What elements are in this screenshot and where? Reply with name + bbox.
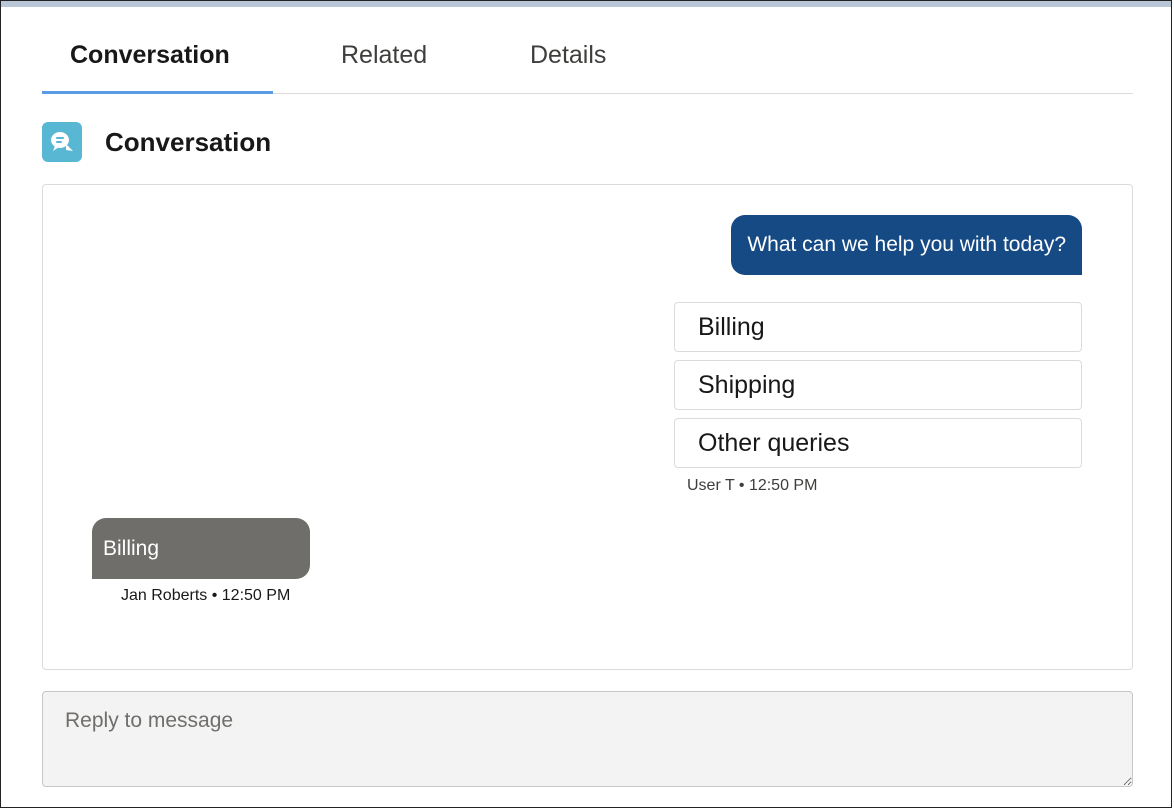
conversation-card: Conversation Related Details Conversatio… [0,0,1172,808]
outgoing-message: What can we help you with today? [731,215,1082,275]
tab-details[interactable]: Details [530,41,606,70]
top-edge [1,1,1171,7]
section-header: Conversation [42,122,271,162]
meta-separator: • [738,477,745,494]
sender-name: User T [687,477,735,494]
tab-related[interactable]: Related [341,41,427,70]
meta-separator: • [211,587,218,604]
section-title: Conversation [105,126,272,157]
outgoing-message-meta: User T • 12:50 PM [687,477,817,495]
incoming-message-meta: Jan Roberts • 12:50 PM [121,587,290,605]
sender-name: Jan Roberts [121,587,208,604]
tab-conversation[interactable]: Conversation [70,41,230,70]
reply-input[interactable] [42,691,1133,787]
tab-bar: Conversation Related Details [42,23,1133,94]
message-time: 12:50 PM [748,477,818,494]
active-tab-indicator [42,91,273,94]
quick-reply-shipping[interactable]: Shipping [674,360,1082,410]
quick-reply-billing[interactable]: Billing [674,302,1082,352]
chat-bubble-icon [42,122,82,162]
conversation-panel: What can we help you with today? Billing… [42,184,1133,670]
incoming-message: Billing [92,518,310,579]
quick-reply-other-queries[interactable]: Other queries [674,418,1082,468]
message-time: 12:50 PM [221,587,291,604]
